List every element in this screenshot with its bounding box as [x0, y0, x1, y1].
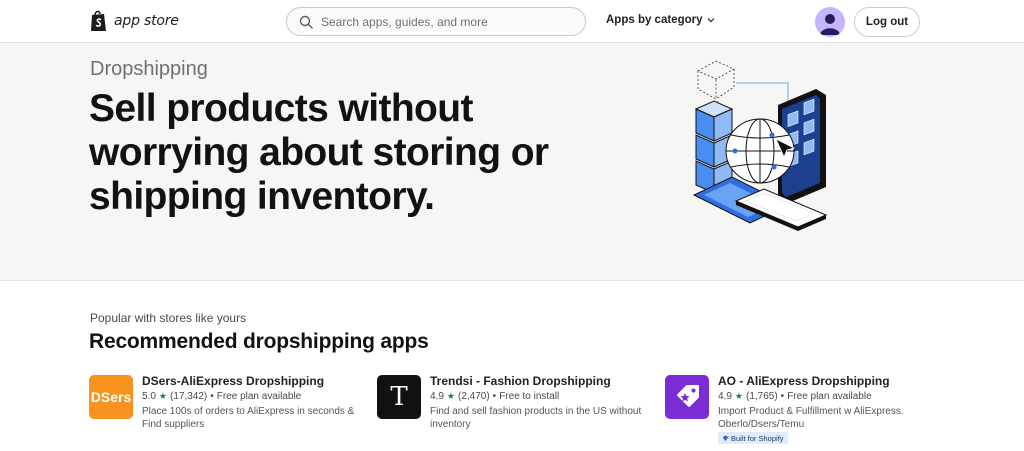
- app-name: AO - AliExpress Dropshipping: [718, 374, 890, 388]
- app-card-dsers[interactable]: DSers DSers-AliExpress Dropshipping 5.0 …: [89, 374, 359, 449]
- top-nav: app store Apps by category Log out: [0, 0, 1024, 43]
- star-icon: ★: [734, 391, 743, 401]
- logout-button[interactable]: Log out: [854, 7, 920, 37]
- app-name: DSers-AliExpress Dropshipping: [142, 374, 325, 388]
- built-for-shopify-badge: Built for Shopify: [718, 432, 788, 444]
- search-input[interactable]: [321, 14, 561, 29]
- user-icon: [820, 14, 840, 35]
- dsers-icon-label: DSers: [90, 389, 132, 405]
- app-description: Import Product & Fulfillment w AliExpres…: [718, 406, 904, 430]
- dropshipping-illustration: [692, 60, 828, 231]
- app-meta: 4.9 ★ (2,470) • Free to install: [430, 391, 559, 402]
- app-pricing: Free to install: [499, 391, 560, 402]
- ao-app-icon: [665, 375, 709, 419]
- logo-text: app store: [114, 13, 179, 29]
- shopify-bag-icon: [91, 10, 106, 31]
- star-icon: ★: [158, 391, 167, 401]
- app-name: Trendsi - Fashion Dropshipping: [430, 374, 611, 388]
- separator-dot: •: [492, 391, 497, 402]
- app-rating: 4.9: [430, 391, 444, 402]
- app-description: Find and sell fashion products in the US…: [430, 406, 642, 430]
- app-review-count: (2,470): [457, 391, 490, 402]
- app-store-logo[interactable]: app store: [89, 9, 179, 33]
- app-pricing: Free plan available: [787, 391, 872, 402]
- hero-banner: Dropshipping Sell products without worry…: [0, 43, 1024, 281]
- app-card-ao[interactable]: AO - AliExpress Dropshipping 4.9 ★ (1,76…: [665, 374, 935, 449]
- app-description: Place 100s of orders to AliExpress in se…: [142, 406, 355, 430]
- separator-dot: •: [210, 391, 214, 402]
- search-icon: [299, 15, 313, 29]
- app-review-count: (1,765): [745, 391, 778, 402]
- app-card-trendsi[interactable]: T Trendsi - Fashion Dropshipping 4.9 ★ (…: [377, 374, 647, 449]
- dsers-app-icon: DSers: [89, 375, 133, 419]
- app-meta: 5.0 ★ (17,342) • Free plan available: [142, 391, 301, 402]
- section-subtitle: Popular with stores like yours: [90, 311, 247, 325]
- app-meta: 4.9 ★ (1,765) • Free plan available: [718, 391, 872, 402]
- separator-dot: •: [780, 391, 785, 402]
- chevron-down-icon: [707, 18, 714, 23]
- app-rating: 4.9: [718, 391, 732, 402]
- trendsi-app-icon: T: [377, 375, 421, 419]
- hero-title: Sell products without worrying about sto…: [89, 87, 549, 218]
- trendsi-icon-label: T: [390, 382, 408, 412]
- section-title: Recommended dropshipping apps: [89, 330, 429, 353]
- apps-by-category-label: Apps by category: [606, 14, 703, 26]
- star-icon: ★: [446, 391, 455, 401]
- badge-label: Built for Shopify: [731, 433, 784, 443]
- user-avatar[interactable]: [815, 7, 845, 37]
- tag-star-icon: [677, 385, 699, 407]
- app-pricing: Free plan available: [216, 391, 302, 402]
- apps-by-category-dropdown[interactable]: Apps by category: [606, 14, 715, 26]
- app-review-count: (17,342): [169, 391, 208, 402]
- box-outline-icon: [697, 60, 735, 100]
- category-kicker: Dropshipping: [90, 58, 208, 80]
- diamond-icon: [722, 435, 729, 441]
- search-bar[interactable]: [286, 7, 586, 36]
- app-rating: 5.0: [142, 391, 156, 402]
